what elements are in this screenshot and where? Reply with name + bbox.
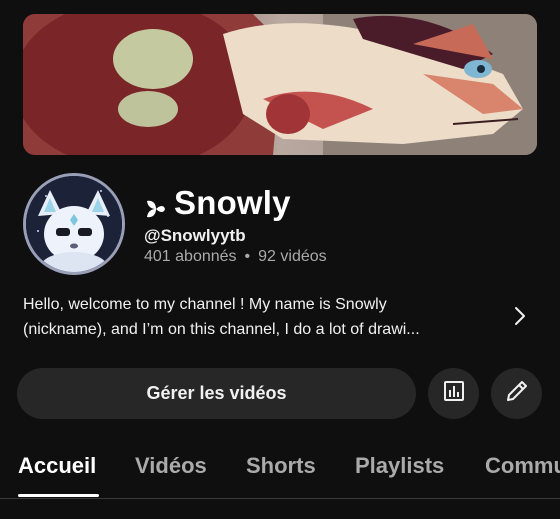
- avatar-image: [26, 176, 122, 272]
- pencil-icon: [504, 378, 530, 409]
- description-line-1: Hello, welcome to my channel ! My name i…: [23, 296, 387, 313]
- channel-name-text: Snowly: [174, 184, 291, 221]
- edit-channel-button[interactable]: [491, 368, 542, 419]
- content-area: [0, 500, 560, 519]
- butterfly-icon: [144, 191, 168, 218]
- tab-community[interactable]: Commu: [485, 453, 560, 479]
- subscriber-count: 401 abonnés: [144, 248, 237, 265]
- analytics-button[interactable]: [428, 368, 479, 419]
- analytics-icon: [442, 379, 466, 408]
- manage-videos-label: Gérer les vidéos: [146, 383, 287, 403]
- active-tab-indicator: [18, 494, 99, 497]
- channel-description[interactable]: Hello, welcome to my channel ! My name i…: [23, 292, 493, 342]
- channel-stats: 401 abonnés • 92 vidéos: [144, 248, 327, 266]
- description-line-2: (nickname), and I’m on this channel, I d…: [23, 321, 420, 338]
- channel-banner: [23, 14, 537, 155]
- chevron-right-icon[interactable]: [509, 304, 531, 328]
- stats-separator: •: [244, 248, 251, 265]
- channel-name: Snowly: [144, 182, 291, 224]
- video-count: 92 vidéos: [258, 248, 327, 265]
- manage-videos-button[interactable]: Gérer les vidéos: [17, 368, 416, 419]
- tab-videos[interactable]: Vidéos: [135, 453, 207, 479]
- tab-home[interactable]: Accueil: [18, 453, 96, 479]
- channel-handle: @Snowlyytb: [144, 226, 246, 245]
- tab-playlists[interactable]: Playlists: [355, 453, 444, 479]
- banner-artwork: [23, 14, 537, 155]
- avatar[interactable]: [23, 173, 125, 275]
- tab-shorts[interactable]: Shorts: [246, 453, 316, 479]
- channel-tabs: Accueil Vidéos Shorts Playlists Commu: [0, 440, 560, 499]
